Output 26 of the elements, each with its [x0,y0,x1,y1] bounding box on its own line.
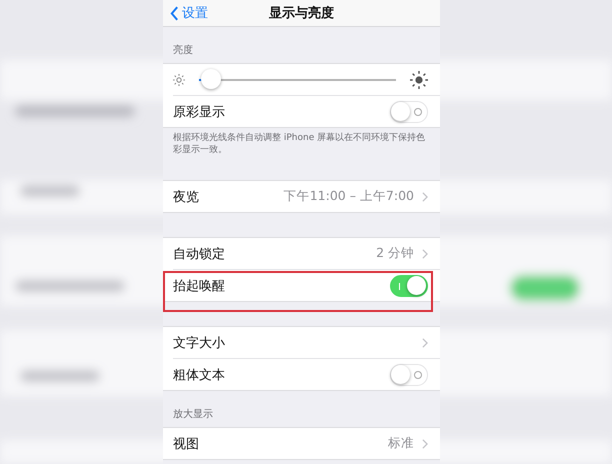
row-label: 原彩显示 [173,104,226,120]
row-label: 视图 [173,436,200,453]
toggle-switch[interactable] [390,364,428,386]
screen-title: 显示与亮度 [268,4,335,22]
row-value: 下午11:00 – 上午7:00 [284,188,414,206]
back-button[interactable]: 设置 [163,4,208,22]
chevron-right-icon [422,192,428,202]
section-header: 亮度 [172,44,194,58]
small-sun-icon [173,74,185,86]
chevron-right-icon [422,438,428,449]
row-label: 文字大小 [173,334,226,352]
row-label: 夜览 [173,188,200,206]
row-label: 自动锁定 [173,246,226,263]
row-value: 标准 [388,435,414,452]
large-sun-icon [410,70,428,88]
toggle-switch[interactable] [390,100,428,122]
row-label: 抬起唤醒 [173,278,226,295]
section-footer: 根据环境光线条件自动调整 iPhone 屏幕以在不同环境下保持色彩显示一致。 [163,128,440,156]
chevron-right-icon [422,248,428,259]
row-value: 2 分钟 [376,245,414,262]
toggle-switch[interactable] [390,274,428,297]
row-label: 粗体文本 [173,366,226,384]
chevron-right-icon [422,338,428,348]
brightness-slider[interactable] [199,69,396,90]
back-chevron-icon [170,6,179,20]
section-header: 放大显示 [172,408,214,422]
